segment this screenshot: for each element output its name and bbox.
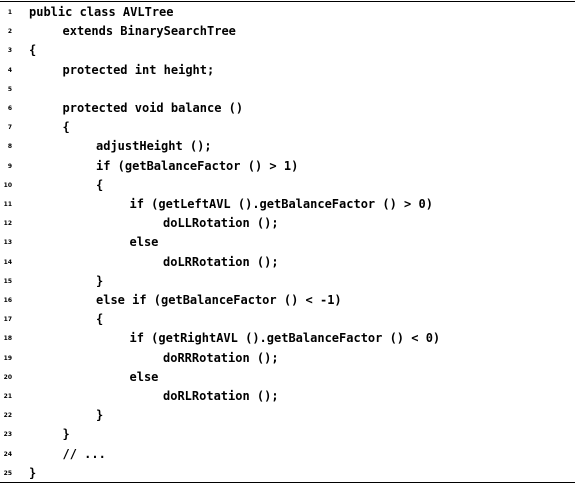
code-line: 25} [0,464,575,483]
code-line: 15} [0,272,575,291]
code-line: 20 else [0,368,575,387]
line-number: 17 [3,316,12,324]
code-text: // ... [62,446,106,461]
code-line: 3{ [0,41,575,60]
code-text: public class AVLTree [29,5,174,19]
line-number: 25 [3,469,12,477]
code-text: adjustHeight (); [96,139,212,154]
line-number: 16 [3,297,12,304]
code-listing: 1 public class AVLTree 2 extends BinarySear… [0,0,575,485]
code-line: 5 [0,80,575,99]
code-text: { [96,312,104,327]
code-text: protected void balance () [62,101,244,115]
line-number: 19 [3,354,12,362]
code-line: 21 doRLRotation (); [0,387,575,406]
code-line: 1 public class AVLTree [0,3,575,22]
code-text: if (getBalanceFactor () > 1) [96,158,299,173]
code-line: 10 { [0,176,575,195]
code-line: 13 else [0,233,575,252]
line-number: 14 [3,258,12,266]
line-number: 20 [3,373,12,381]
line-number: 9 [7,162,12,170]
code-line: 19 doRRRotation (); [0,349,575,368]
code-line: 8 adjustHeight (); [0,137,575,156]
line-number: 18 [3,335,12,343]
code-line: 17 { [0,310,575,329]
code-text: doRLRotation (); [163,389,279,403]
line-number: 24 [3,450,12,458]
code-text: doRRRotation (); [163,350,279,365]
code-text: if (getRightAVL ().getBalanceFactor () <… [129,331,441,346]
code-text: { [29,43,37,58]
code-text: } [62,427,70,442]
code-text: } [96,408,104,423]
code-line: 16 else if (getBalanceFactor () < -1) [0,291,575,310]
code-line: 23} [0,425,575,444]
line-number: 10 [3,181,12,189]
code-text: else [129,369,159,384]
line-number: 22 [3,412,12,420]
line-number: 3 [7,47,12,55]
code-text: } [29,465,37,480]
code-line: 11 if (getLeftAVL ().getBalanceFactor () … [0,195,575,214]
line-number: 23 [3,431,12,439]
top-rule [0,1,575,2]
code-text: protected int height; [62,62,215,77]
code-text: } [96,273,104,288]
line-number: 8 [7,143,12,151]
line-number: 1 [7,9,12,16]
line-number: 5 [7,85,12,93]
code-line: 9 if (getBalanceFactor () > 1) [0,157,575,176]
code-text: if (getLeftAVL ().getBalanceFactor () > … [129,197,433,211]
line-number: 4 [7,66,12,74]
code-text: extends BinarySearchTree [62,24,236,39]
code-line: 14 doLRRotation (); [0,253,575,272]
line-number: 12 [3,220,12,228]
line-number: 2 [7,28,12,36]
code-line: 6 protected void balance () [0,99,575,118]
code-text: else if (getBalanceFactor () < -1) [96,293,342,307]
code-line: 4 protected int height; [0,61,575,80]
line-number: 15 [3,277,12,285]
code-text: doLLRotation (); [163,216,279,231]
code-text: doLRRotation (); [163,254,279,269]
code-text: { [62,120,70,135]
line-number: 11 [3,201,12,208]
code-text: { [96,177,104,192]
line-number: 13 [3,239,12,247]
bottom-rule [0,482,575,483]
code-text: else [129,235,159,250]
line-number: 7 [7,124,12,132]
code-line: 18 if (getRightAVL ().getBalanceFactor ()… [0,329,575,348]
line-number: 6 [7,105,12,112]
line-number: 21 [3,393,12,400]
code-line: 22} [0,406,575,425]
code-line: 12 doLLRotation (); [0,214,575,233]
code-line: 2 extends BinarySearchTree [0,22,575,41]
code-line: 7{ [0,118,575,137]
code-line: 24 // ... [0,445,575,464]
